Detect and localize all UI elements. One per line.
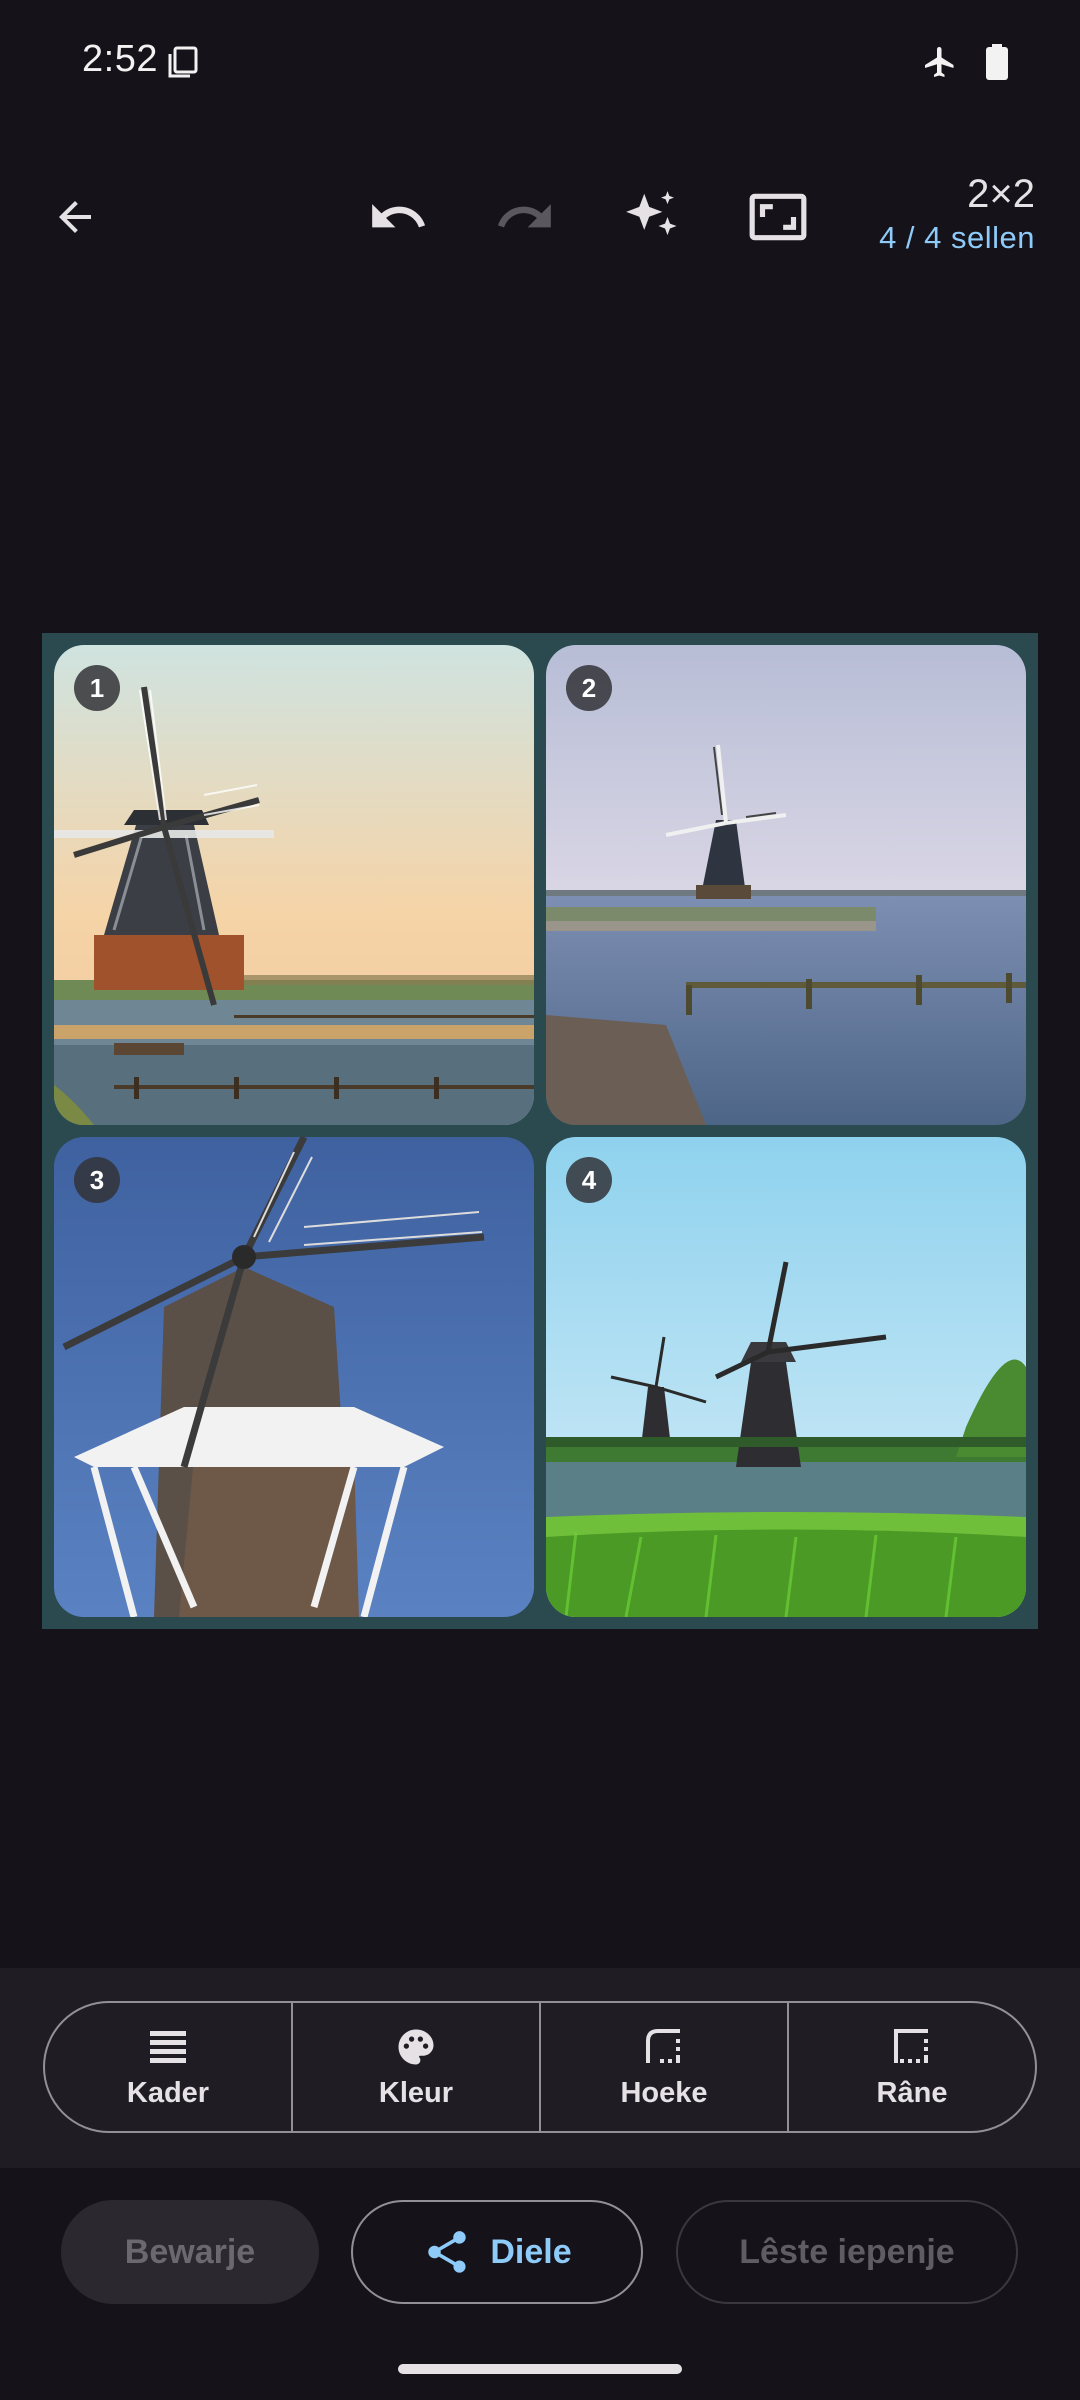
layout-icon <box>148 2025 188 2069</box>
share-button[interactable]: Diele <box>351 2200 643 2304</box>
status-time: 2:52 <box>82 38 158 80</box>
options-segmented-control: Kader Kleur Hoeke Râne <box>43 2001 1037 2133</box>
cells-count-label: 4 / 4 sellen <box>879 220 1035 255</box>
option-borders[interactable]: Râne <box>789 2003 1035 2131</box>
collage-cell-2[interactable]: 2 <box>546 645 1026 1125</box>
corners-icon <box>644 2025 684 2069</box>
grid-info[interactable]: 2×2 4 / 4 sellen <box>879 170 1035 258</box>
share-icon <box>428 2231 467 2273</box>
option-label: Hoeke <box>620 2076 708 2109</box>
cell-number-badge: 2 <box>566 665 612 711</box>
sim-card-icon <box>168 46 198 78</box>
borders-icon <box>892 2025 932 2069</box>
battery-icon <box>986 44 1008 85</box>
windmill-photo-2 <box>546 645 1026 1125</box>
undo-icon[interactable] <box>363 182 433 252</box>
collage-cell-1[interactable]: 1 <box>54 645 534 1125</box>
status-bar: 2:52 <box>0 0 1080 130</box>
cell-number-badge: 4 <box>566 1157 612 1203</box>
open-recent-button[interactable]: Lêste iepenje <box>676 2200 1018 2304</box>
option-corners[interactable]: Hoeke <box>541 2003 789 2131</box>
home-indicator[interactable] <box>398 2364 682 2374</box>
palette-icon <box>395 2025 437 2069</box>
option-label: Kleur <box>378 2076 454 2109</box>
save-button[interactable]: Bewarje <box>61 2200 319 2304</box>
grid-size-label: 2×2 <box>967 172 1035 216</box>
action-bar: Bewarje Diele Lêste iepenje <box>0 2195 1080 2305</box>
cell-number-badge: 1 <box>74 665 120 711</box>
options-panel: Kader Kleur Hoeke Râne <box>0 1968 1080 2168</box>
aspect-ratio-icon[interactable] <box>743 182 813 252</box>
status-icons <box>922 44 1008 85</box>
collage-cell-3[interactable]: 3 <box>54 1137 534 1617</box>
cell-number-badge: 3 <box>74 1157 120 1203</box>
airplane-mode-icon <box>922 44 958 85</box>
option-color[interactable]: Kleur <box>293 2003 541 2131</box>
auto-fix-sparkle-icon[interactable] <box>617 182 687 252</box>
top-toolbar: 2×2 4 / 4 sellen <box>0 150 1080 280</box>
option-layout[interactable]: Kader <box>45 2003 293 2131</box>
windmill-photo-4 <box>546 1137 1026 1617</box>
option-label: Râne <box>876 2076 948 2109</box>
collage-cell-4[interactable]: 4 <box>546 1137 1026 1617</box>
option-label: Kader <box>126 2076 210 2109</box>
back-arrow-icon[interactable] <box>40 182 110 252</box>
share-label: Diele <box>490 2232 572 2271</box>
redo-icon[interactable] <box>490 182 560 252</box>
windmill-photo-1 <box>54 645 534 1125</box>
windmill-photo-3 <box>54 1137 534 1617</box>
collage-canvas: 1 2 3 4 <box>42 633 1038 1629</box>
